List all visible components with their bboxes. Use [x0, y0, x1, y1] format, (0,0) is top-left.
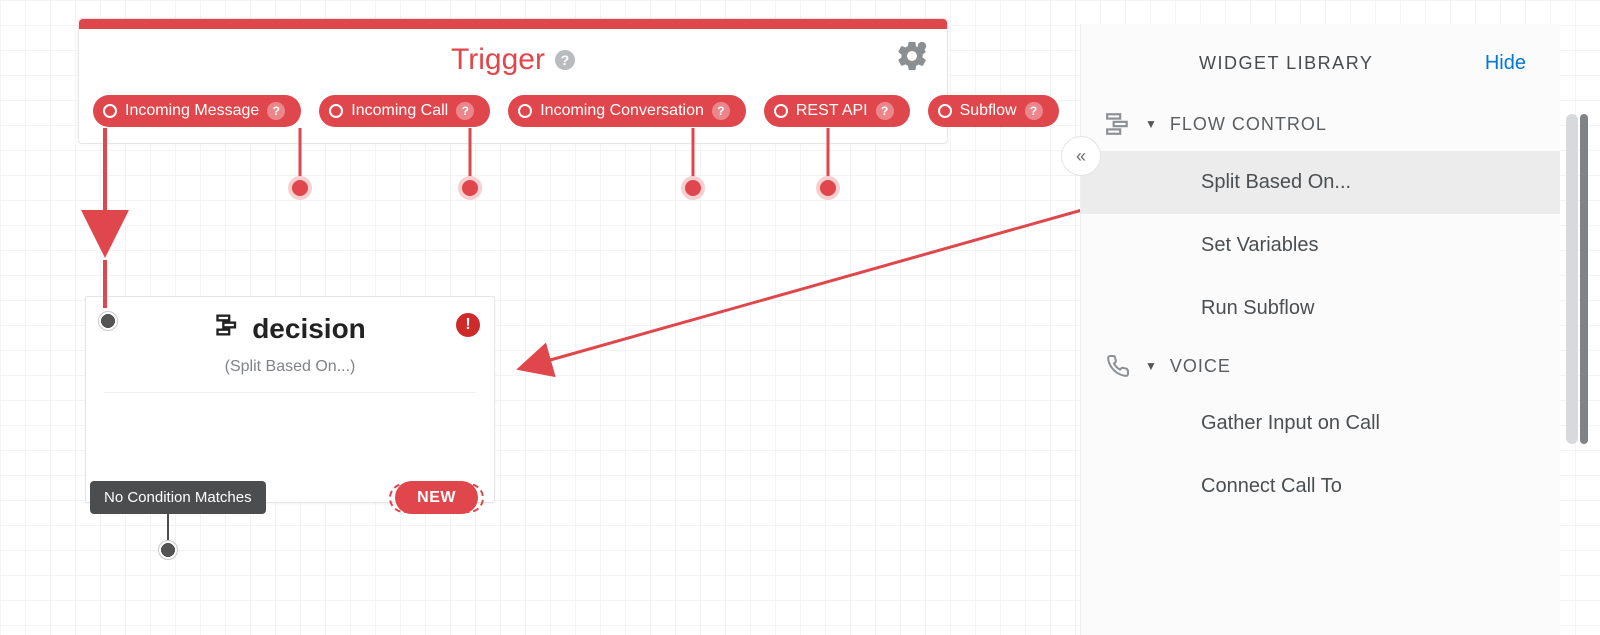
no-condition-label: No Condition Matches: [104, 489, 252, 506]
help-icon[interactable]: ?: [1025, 102, 1043, 120]
help-icon[interactable]: ?: [456, 102, 474, 120]
new-condition-button[interactable]: NEW: [389, 483, 484, 513]
decision-widget[interactable]: decision ! (Split Based On...) No Condit…: [85, 296, 495, 503]
help-icon[interactable]: ?: [555, 50, 575, 70]
category-voice[interactable]: ▼ VOICE: [1081, 340, 1560, 392]
output-port-icon[interactable]: [329, 104, 343, 118]
output-port-icon[interactable]: [103, 104, 117, 118]
output-connector-line: [167, 508, 169, 541]
chevron-double-left-icon: «: [1076, 146, 1086, 167]
phone-icon: [1103, 354, 1133, 378]
scrollbar-track[interactable]: [1566, 114, 1578, 444]
output-port-icon[interactable]: [938, 104, 952, 118]
pill-label: Incoming Call: [351, 102, 448, 120]
trigger-pill-incoming-conversation[interactable]: Incoming Conversation?: [508, 95, 746, 127]
chevron-down-icon: ▼: [1145, 117, 1158, 131]
pill-label: REST API: [796, 102, 868, 120]
output-port-icon[interactable]: [774, 104, 788, 118]
no-condition-output[interactable]: No Condition Matches: [90, 481, 266, 514]
collapse-panel-button[interactable]: «: [1061, 136, 1101, 176]
panel-title: WIDGET LIBRARY: [1199, 53, 1373, 74]
widget-item-run-subflow[interactable]: Run Subflow: [1081, 277, 1560, 340]
chevron-down-icon: ▼: [1145, 359, 1158, 373]
decision-body: [104, 393, 476, 463]
decision-subtitle: (Split Based On...): [104, 358, 476, 393]
widget-item-set-variables[interactable]: Set Variables: [1081, 214, 1560, 277]
output-port[interactable]: [158, 540, 178, 560]
widget-item-gather-input-on-call[interactable]: Gather Input on Call: [1081, 392, 1560, 455]
flow-canvas[interactable]: Trigger ? Incoming Message? Incoming Cal…: [0, 0, 1600, 635]
trigger-pill-incoming-call[interactable]: Incoming Call?: [319, 95, 490, 127]
pill-label: Incoming Conversation: [540, 102, 704, 120]
category-label: VOICE: [1170, 356, 1231, 377]
trigger-title-text: Trigger: [451, 43, 545, 77]
settings-gears-icon[interactable]: [895, 39, 929, 78]
pill-label: Subflow: [960, 102, 1017, 120]
help-icon[interactable]: ?: [712, 102, 730, 120]
warning-icon[interactable]: !: [456, 313, 480, 337]
hide-link[interactable]: Hide: [1485, 52, 1526, 75]
flow-control-icon: [1103, 111, 1133, 137]
widget-item-split-based-on[interactable]: Split Based On...: [1081, 151, 1560, 214]
new-label: NEW: [395, 481, 478, 514]
widget-item-connect-call-to[interactable]: Connect Call To: [1081, 455, 1560, 518]
pill-label: Incoming Message: [125, 102, 259, 120]
trigger-widget[interactable]: Trigger ? Incoming Message? Incoming Cal…: [78, 18, 948, 144]
category-label: FLOW CONTROL: [1170, 114, 1327, 135]
trigger-title: Trigger ?: [451, 43, 575, 77]
trigger-pill-rest-api[interactable]: REST API?: [764, 95, 910, 127]
decision-title: decision: [252, 313, 366, 345]
category-flow-control[interactable]: ▼ FLOW CONTROL: [1081, 97, 1560, 151]
split-icon: [214, 311, 242, 346]
trigger-outputs: Incoming Message? Incoming Call? Incomin…: [79, 95, 947, 143]
help-icon[interactable]: ?: [267, 102, 285, 120]
help-icon[interactable]: ?: [876, 102, 894, 120]
trigger-pill-incoming-message[interactable]: Incoming Message?: [93, 95, 301, 127]
output-port-icon[interactable]: [518, 104, 532, 118]
trigger-accent-bar: [79, 19, 947, 29]
trigger-pill-subflow[interactable]: Subflow?: [928, 95, 1059, 127]
scrollbar-thumb[interactable]: [1580, 114, 1588, 444]
widget-library-panel: WIDGET LIBRARY Hide « ▼ FLOW CONTROL Spl…: [1080, 24, 1560, 635]
